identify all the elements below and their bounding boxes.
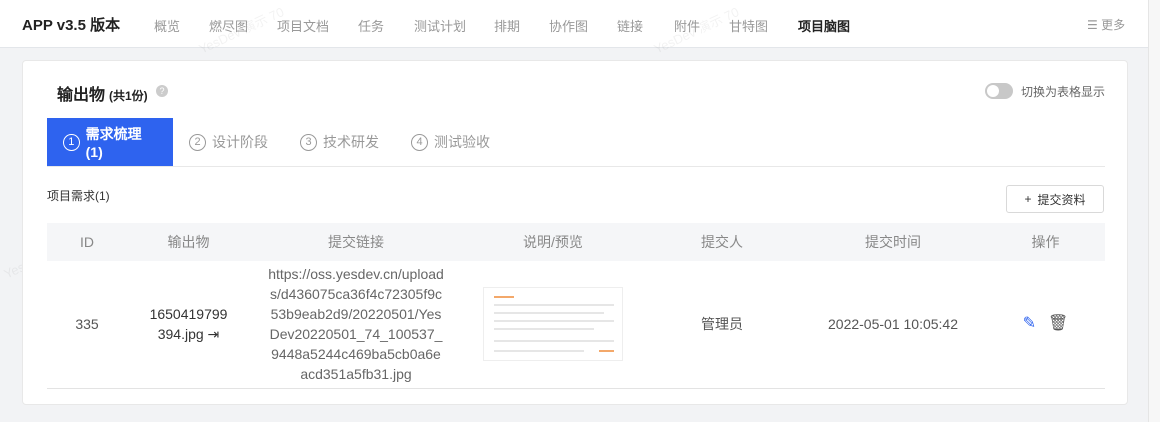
project-title: APP v3.5 版本	[22, 17, 121, 34]
more-menu[interactable]: ☰ 更多	[1087, 16, 1125, 33]
tab-development[interactable]: 3 技术研发	[284, 118, 395, 166]
row-id: 335	[47, 261, 127, 389]
row-link[interactable]: https://oss.yesdev.cn/uploads/d436075ca3…	[250, 261, 462, 389]
menu-icon: ☰	[1087, 18, 1102, 32]
nav-tasks[interactable]: 任务	[358, 16, 384, 35]
nav-schedule[interactable]: 排期	[494, 16, 520, 35]
scrollbar[interactable]	[1148, 0, 1160, 422]
table-row: 335 1650419799394.jpg ⇥ https://oss.yesd…	[47, 261, 1105, 389]
col-preview: 说明/预览	[462, 223, 644, 261]
nav-overview[interactable]: 概览	[154, 16, 180, 35]
plus-icon: +	[1024, 192, 1032, 206]
row-time: 2022-05-01 10:05:42	[800, 261, 986, 389]
tab-testing[interactable]: 4 测试验收	[395, 118, 506, 166]
open-file-icon[interactable]: ⇥	[208, 326, 220, 342]
deliverables-card: 输出物 (共1份) ? 切换为表格显示 1 需求梳理(1) 2 设计阶段 3 技术研发 …	[22, 60, 1128, 405]
col-submitter: 提交人	[644, 223, 800, 261]
toggle-label: 切换为表格显示	[1021, 85, 1106, 99]
row-file[interactable]: 1650419799394.jpg ⇥	[127, 261, 250, 389]
deliverables-table: ID 输出物 提交链接 说明/预览 提交人 提交时间 操作 335 165041…	[47, 223, 1105, 389]
delete-icon[interactable]: 🗑	[1048, 314, 1068, 334]
col-actions: 操作	[986, 223, 1105, 261]
nav-test-plan[interactable]: 测试计划	[414, 16, 466, 35]
top-nav-bar: APP v3.5 版本 概览 燃尽图 项目文档 任务 测试计划 排期 协作图 链…	[0, 0, 1148, 48]
row-preview[interactable]	[462, 261, 644, 389]
row-submitter: 管理员	[644, 261, 800, 389]
nav-docs[interactable]: 项目文档	[277, 16, 329, 35]
col-time: 提交时间	[800, 223, 986, 261]
card-title: 输出物 (共1份)	[57, 87, 148, 104]
nav-gantt[interactable]: 甘特图	[729, 16, 768, 35]
nav-attachments[interactable]: 附件	[674, 16, 700, 35]
nav-mindmap[interactable]: 项目脑图	[798, 16, 850, 35]
col-deliverable: 输出物	[127, 223, 250, 261]
tab-design[interactable]: 2 设计阶段	[173, 118, 284, 166]
nav-collab[interactable]: 协作图	[549, 16, 588, 35]
table-view-toggle[interactable]	[985, 83, 1013, 99]
col-link: 提交链接	[250, 223, 462, 261]
nav-burndown[interactable]: 燃尽图	[209, 16, 248, 35]
col-id: ID	[47, 223, 127, 261]
submit-material-button[interactable]: + 提交资料	[1006, 185, 1104, 213]
help-icon[interactable]: ?	[156, 85, 168, 97]
row-actions: ✎ 🗑	[986, 261, 1105, 389]
nav-links[interactable]: 链接	[617, 16, 643, 35]
edit-icon[interactable]: ✎	[1023, 314, 1036, 334]
stage-tabs: 1 需求梳理(1) 2 设计阶段 3 技术研发 4 测试验收	[47, 118, 1105, 167]
tab-requirements[interactable]: 1 需求梳理(1)	[47, 118, 173, 166]
preview-thumbnail[interactable]	[483, 287, 623, 362]
section-title: 项目需求(1)	[47, 189, 110, 203]
